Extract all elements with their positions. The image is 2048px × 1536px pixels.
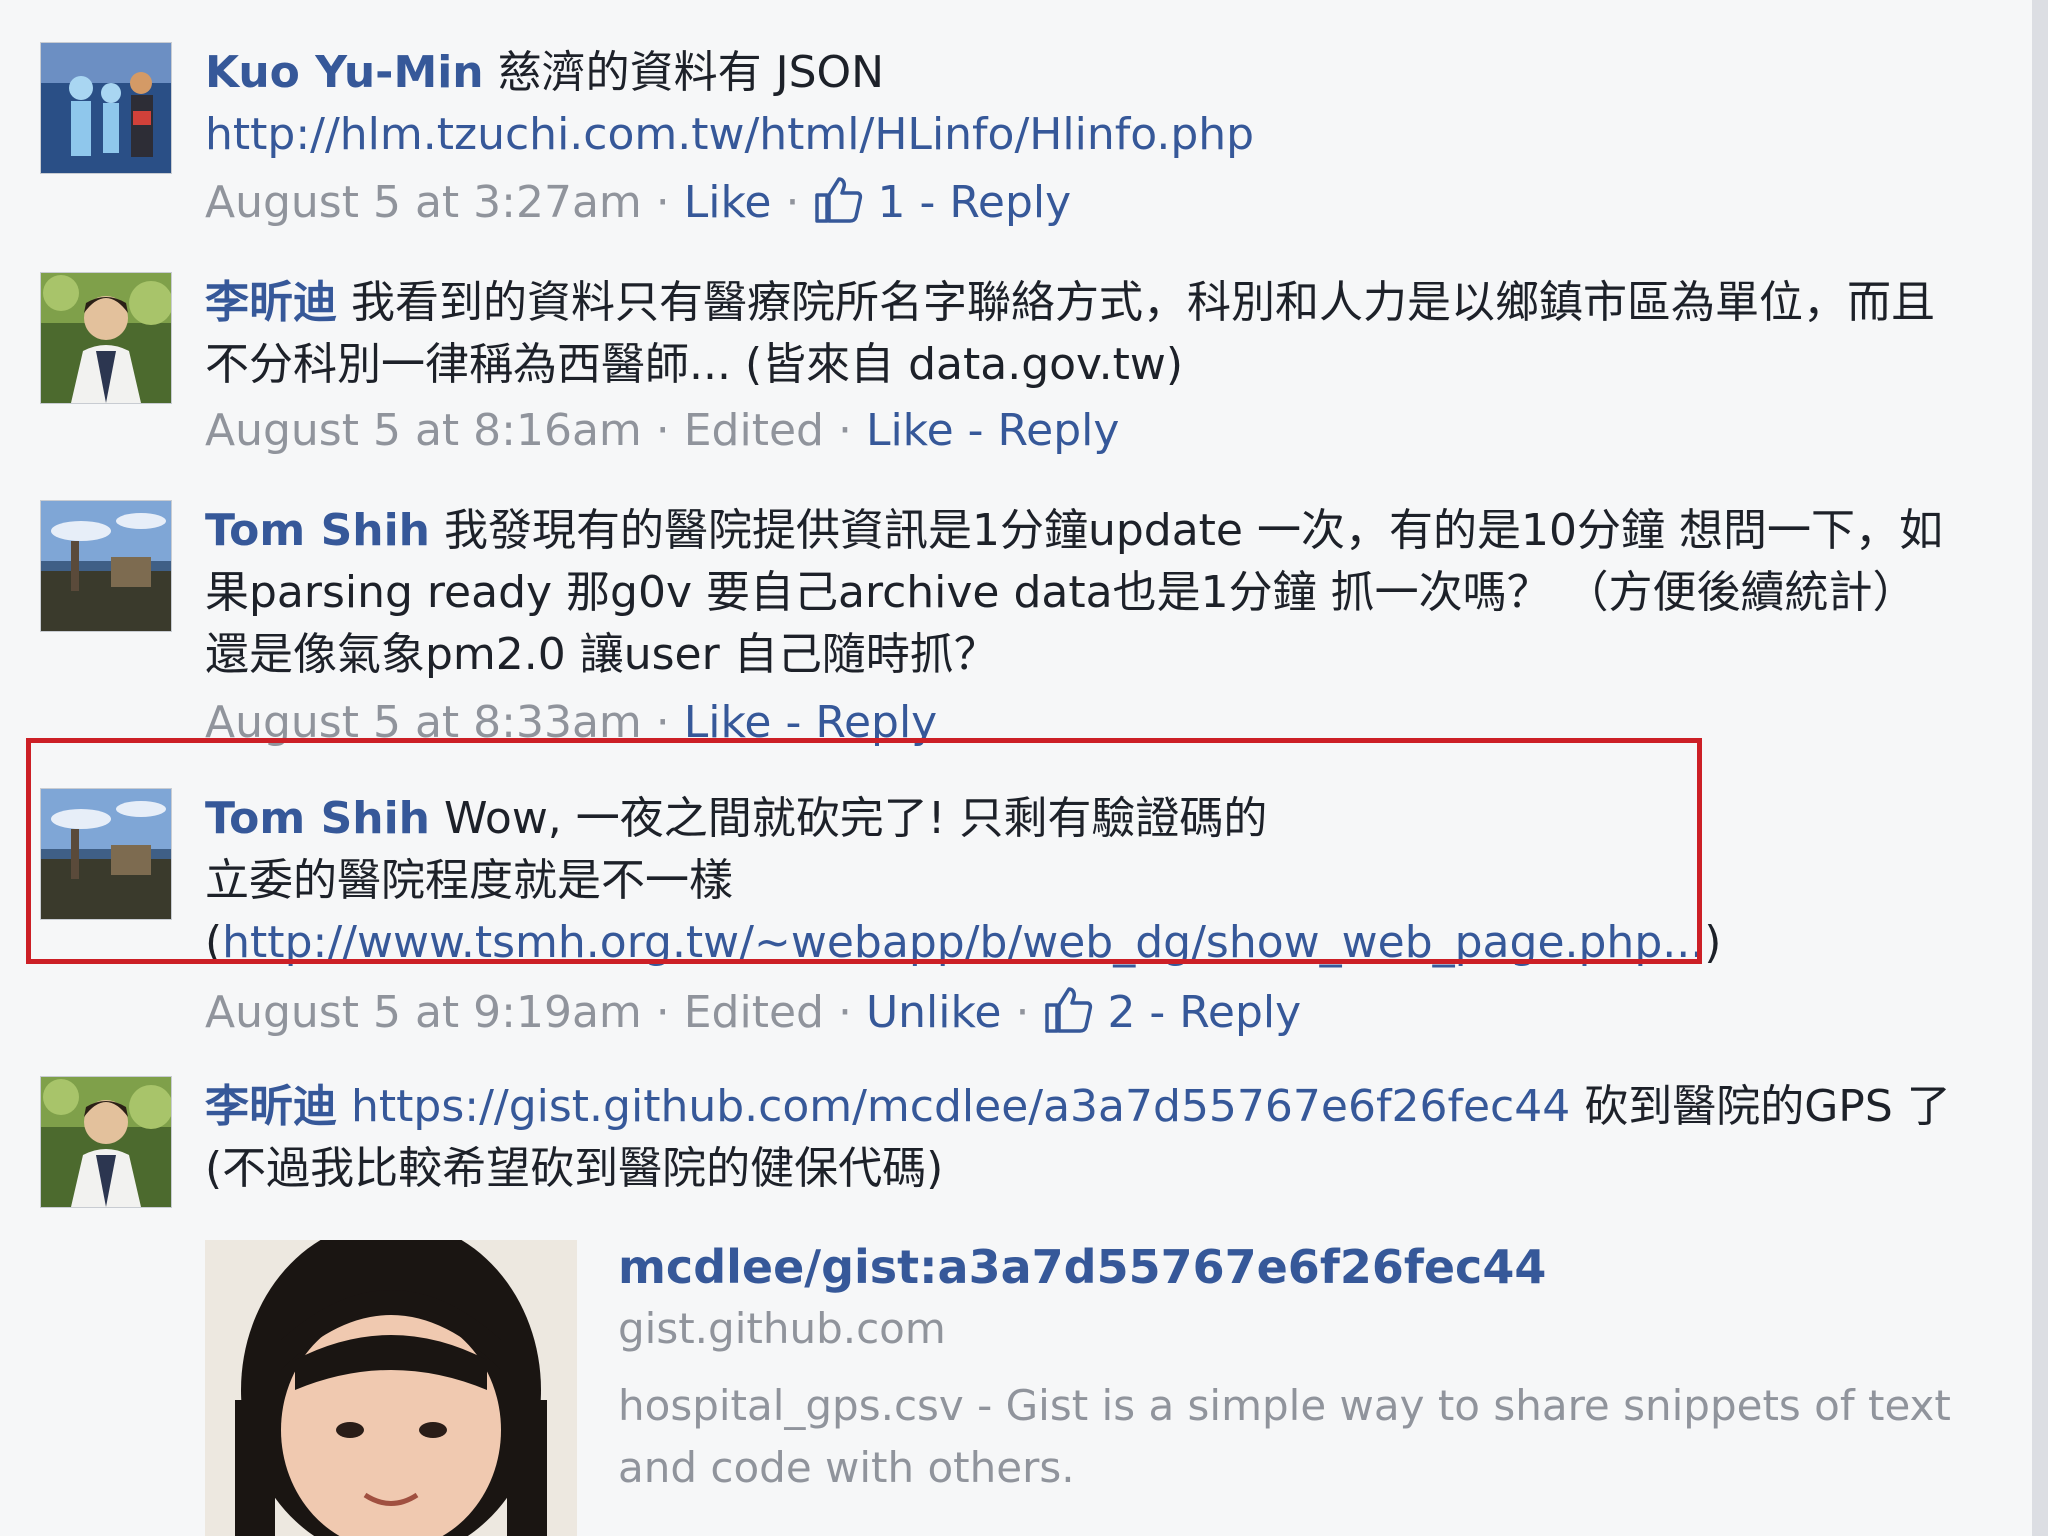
avatar-image bbox=[41, 501, 171, 631]
paren-close: ) bbox=[1704, 917, 1722, 968]
thumbs-up-icon bbox=[1045, 987, 1093, 1033]
separator: · bbox=[641, 987, 684, 1038]
comment-time[interactable]: August 5 at 9:19am bbox=[205, 987, 642, 1038]
avatar[interactable] bbox=[40, 500, 172, 632]
comment-author[interactable]: Kuo Yu-Min bbox=[205, 47, 484, 98]
comment-meta: August 5 at 9:19am · Edited · Unlike · 2… bbox=[205, 982, 1301, 1044]
child-photo bbox=[205, 1240, 577, 1536]
comment-link[interactable]: http://hlm.tzuchi.com.tw/html/HLinfo/Hli… bbox=[205, 109, 1254, 160]
comment-text: 我看到的資料只有醫療院所名字聯絡方式，科別和人力是以鄉鎮市區為單位，而且不分科別… bbox=[205, 277, 1935, 390]
separator: - bbox=[905, 177, 950, 228]
like-button[interactable]: Like bbox=[866, 405, 954, 456]
comment-time[interactable]: August 5 at 8:16am bbox=[205, 405, 642, 456]
edited-label[interactable]: Edited bbox=[684, 987, 824, 1038]
separator: - bbox=[953, 405, 998, 456]
avatar-image bbox=[41, 1077, 171, 1207]
comment-meta: August 5 at 3:27am · Like · 1 - Reply bbox=[205, 172, 1071, 234]
link-preview-title[interactable]: mcdlee/gist:a3a7d55767e6f26fec44 bbox=[618, 1235, 1998, 1299]
avatar-image bbox=[41, 43, 171, 173]
link-preview-domain: gist.github.com bbox=[618, 1304, 946, 1353]
link-preview-description: hospital_gps.csv - Gist is a simple way … bbox=[618, 1381, 1951, 1492]
comment-body: 李昕迪 我看到的資料只有醫療院所名字聯絡方式，科別和人力是以鄉鎮市區為單位，而且… bbox=[205, 272, 1955, 396]
link-preview[interactable]: mcdlee/gist:a3a7d55767e6f26fec44 gist.gi… bbox=[618, 1235, 1998, 1499]
reply-button[interactable]: Reply bbox=[1179, 987, 1301, 1038]
link-preview-image[interactable] bbox=[205, 1240, 577, 1536]
separator: · bbox=[771, 177, 814, 228]
comment-author[interactable]: Tom Shih bbox=[205, 505, 430, 556]
comment-author[interactable]: 李昕迪 bbox=[205, 1081, 337, 1132]
avatar[interactable] bbox=[40, 1076, 172, 1208]
avatar[interactable] bbox=[40, 272, 172, 404]
comment-body: Kuo Yu-Min 慈濟的資料有 JSON http://hlm.tzuchi… bbox=[205, 42, 1955, 166]
edited-label[interactable]: Edited bbox=[684, 405, 824, 456]
comment-text: 我發現有的醫院提供資訊是1分鐘update 一次，有的是10分鐘 想問一下，如果… bbox=[205, 505, 1943, 680]
reply-button[interactable]: Reply bbox=[949, 177, 1071, 228]
separator: - bbox=[1135, 987, 1180, 1038]
avatar-image bbox=[41, 273, 171, 403]
reply-button[interactable]: Reply bbox=[998, 405, 1120, 456]
likes-count[interactable]: 1 bbox=[813, 177, 905, 228]
likes-count-value: 1 bbox=[877, 177, 906, 228]
scrollbar-track[interactable] bbox=[2032, 0, 2048, 1536]
highlight-box bbox=[26, 738, 1702, 964]
comment-meta: August 5 at 8:16am · Edited · Like - Rep… bbox=[205, 400, 1119, 462]
comment-time[interactable]: August 5 at 3:27am bbox=[205, 177, 642, 228]
separator: · bbox=[1001, 987, 1044, 1038]
separator: · bbox=[823, 987, 866, 1038]
comment-body: 李昕迪 https://gist.github.com/mcdlee/a3a7d… bbox=[205, 1076, 1955, 1200]
separator: · bbox=[823, 405, 866, 456]
separator: · bbox=[641, 405, 684, 456]
avatar[interactable] bbox=[40, 42, 172, 174]
comment-text: 慈濟的資料有 JSON bbox=[483, 47, 885, 98]
likes-count[interactable]: 2 bbox=[1043, 987, 1135, 1038]
like-button[interactable]: Like bbox=[684, 177, 772, 228]
comment-link[interactable]: https://gist.github.com/mcdlee/a3a7d5576… bbox=[351, 1081, 1570, 1132]
separator: · bbox=[641, 177, 684, 228]
unlike-button[interactable]: Unlike bbox=[866, 987, 1002, 1038]
likes-count-value: 2 bbox=[1107, 987, 1136, 1038]
comment-body: Tom Shih 我發現有的醫院提供資訊是1分鐘update 一次，有的是10分… bbox=[205, 500, 1955, 686]
comment-author[interactable]: 李昕迪 bbox=[205, 277, 337, 328]
thumbs-up-icon bbox=[815, 177, 863, 223]
